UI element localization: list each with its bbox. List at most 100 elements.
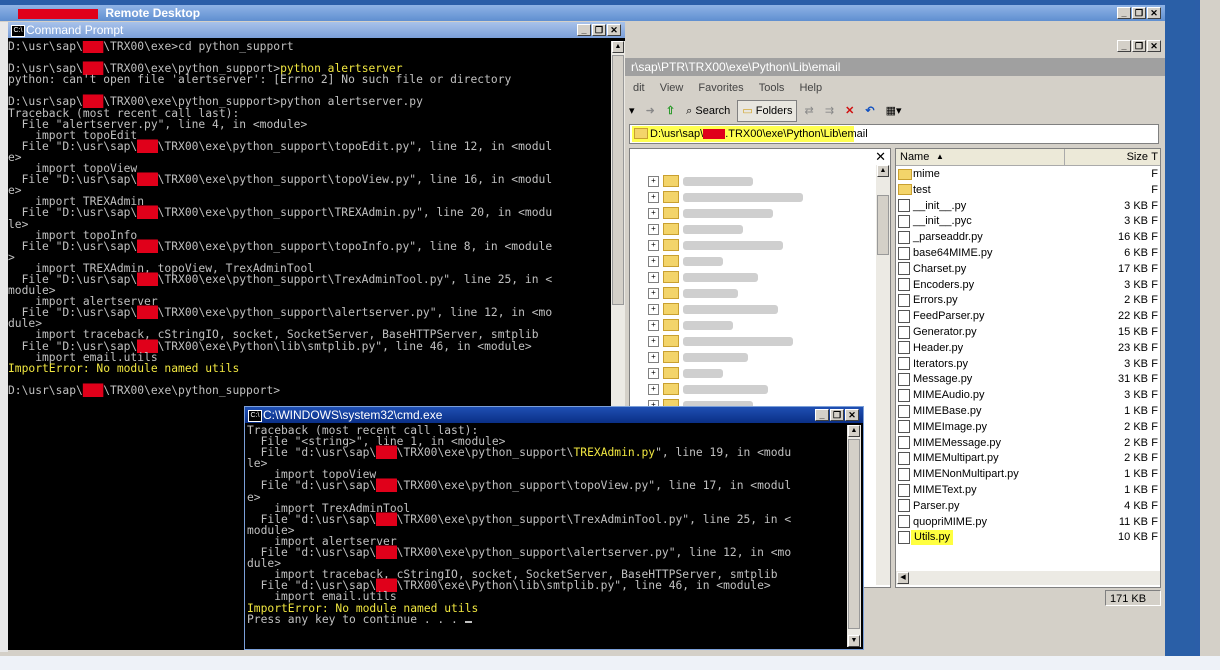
file-row[interactable]: Parser.py 4 KB F	[898, 499, 1160, 514]
expand-icon[interactable]: +	[648, 191, 659, 203]
folder-tree-item[interactable]: +	[648, 175, 753, 189]
expand-icon[interactable]: +	[648, 351, 659, 363]
folder-tree-item[interactable]: +	[648, 367, 723, 381]
restore-button[interactable]: ❐	[1132, 40, 1146, 52]
folder-tree-item[interactable]: +	[648, 287, 738, 301]
console-scrollbar[interactable]: ▲ ▼	[847, 425, 861, 647]
expand-icon[interactable]: +	[648, 383, 659, 395]
restore-button[interactable]: ❐	[1132, 7, 1146, 19]
file-row[interactable]: Header.py 23 KB F	[898, 341, 1160, 356]
forward-icon[interactable]: ➜	[642, 101, 659, 121]
close-button[interactable]: ✕	[845, 409, 859, 421]
folder-tree-item[interactable]: +	[648, 303, 778, 317]
file-row[interactable]: mime F	[898, 167, 1160, 182]
search-button[interactable]: ⌕ Search	[682, 101, 734, 121]
folder-tree-item[interactable]: +	[648, 319, 733, 333]
file-row[interactable]: MIMENonMultipart.py 1 KB F	[898, 467, 1160, 482]
delete-icon[interactable]: ✕	[841, 101, 858, 121]
folder-tree-item[interactable]: +	[648, 255, 723, 269]
menu-edit[interactable]: dit	[633, 82, 645, 94]
close-icon[interactable]: ✕	[875, 149, 886, 165]
file-row[interactable]: Generator.py 15 KB F	[898, 325, 1160, 340]
close-button[interactable]: ✕	[1147, 40, 1161, 52]
cmd-exe-window[interactable]: C:\ C:\WINDOWS\system32\cmd.exe _ ❐ ✕ Tr…	[244, 406, 864, 650]
file-row[interactable]: _parseaddr.py 16 KB F	[898, 230, 1160, 245]
expand-icon[interactable]: +	[648, 175, 659, 187]
file-row[interactable]: Iterators.py 3 KB F	[898, 357, 1160, 372]
file-row[interactable]: FeedParser.py 22 KB F	[898, 309, 1160, 324]
close-button[interactable]: ✕	[607, 24, 621, 36]
expand-icon[interactable]: +	[648, 223, 659, 235]
up-folder-icon[interactable]: ⇧	[662, 101, 679, 121]
file-row[interactable]: __init__.py 3 KB F	[898, 199, 1160, 214]
folder-tree-item[interactable]: +	[648, 335, 793, 349]
folder-tree-item[interactable]: +	[648, 207, 773, 221]
restore-button[interactable]: ❐	[830, 409, 844, 421]
scroll-up-icon[interactable]: ▲	[877, 165, 889, 177]
folder-tree-item[interactable]: +	[648, 239, 783, 253]
folder-tree-item[interactable]: +	[648, 383, 768, 397]
expand-icon[interactable]: +	[648, 303, 659, 315]
expand-icon[interactable]: +	[648, 255, 659, 267]
column-size[interactable]: Size	[1127, 149, 1148, 165]
cmd-exe-titlebar[interactable]: C:\ C:\WINDOWS\system32\cmd.exe _ ❐ ✕	[245, 407, 863, 423]
undo-icon[interactable]: ↶	[861, 101, 878, 121]
folder-tree-item[interactable]: +	[648, 271, 758, 285]
file-row[interactable]: MIMEMultipart.py 2 KB F	[898, 451, 1160, 466]
expand-icon[interactable]: +	[648, 367, 659, 379]
folder-pane-scrollbar[interactable]: ▲	[876, 165, 890, 585]
scroll-left-icon[interactable]: ◀	[897, 572, 909, 584]
file-list-pane[interactable]: Name ▲ Size T mime Ftest F __init__.py 3 KB F…	[895, 148, 1161, 588]
explorer-titlebar[interactable]: _ ❐ ✕	[625, 38, 1165, 54]
menu-help[interactable]: Help	[799, 82, 822, 94]
scroll-up-icon[interactable]: ▲	[612, 41, 624, 53]
minimize-button[interactable]: _	[1117, 40, 1131, 52]
file-row[interactable]: MIMEImage.py 2 KB F	[898, 420, 1160, 435]
menu-view[interactable]: View	[660, 82, 684, 94]
file-row[interactable]: base64MIME.py 6 KB F	[898, 246, 1160, 261]
scroll-thumb[interactable]	[848, 439, 860, 629]
scroll-thumb[interactable]	[877, 195, 889, 255]
remote-desktop-titlebar[interactable]: Remote Desktop _ ❐ ✕	[0, 5, 1165, 21]
move-to-icon[interactable]: ⇄	[801, 101, 818, 121]
folders-button[interactable]: ▭ Folders	[737, 100, 798, 122]
file-row[interactable]: Encoders.py 3 KB F	[898, 278, 1160, 293]
scroll-up-icon[interactable]: ▲	[848, 425, 860, 437]
menu-favorites[interactable]: Favorites	[698, 82, 743, 94]
column-name[interactable]: Name	[900, 149, 929, 165]
file-row[interactable]: __init__.pyc 3 KB F	[898, 214, 1160, 229]
folder-tree-item[interactable]: +	[648, 351, 748, 365]
file-row[interactable]: quopriMIME.py 11 KB F	[898, 515, 1160, 530]
console-output[interactable]: Traceback (most recent call last): File …	[247, 425, 847, 647]
file-row[interactable]: Errors.py 2 KB F	[898, 293, 1160, 308]
minimize-button[interactable]: _	[1117, 7, 1131, 19]
file-row[interactable]: MIMEMessage.py 2 KB F	[898, 436, 1160, 451]
file-row[interactable]: Message.py 31 KB F	[898, 372, 1160, 387]
copy-to-icon[interactable]: ⇉	[821, 101, 838, 121]
minimize-button[interactable]: _	[815, 409, 829, 421]
close-button[interactable]: ✕	[1147, 7, 1161, 19]
menu-tools[interactable]: Tools	[759, 82, 785, 94]
scroll-thumb[interactable]	[612, 55, 624, 305]
expand-icon[interactable]: +	[648, 319, 659, 331]
expand-icon[interactable]: +	[648, 287, 659, 299]
expand-icon[interactable]: +	[648, 335, 659, 347]
scroll-down-icon[interactable]: ▼	[848, 635, 860, 647]
file-list-hscrollbar[interactable]: ◀	[896, 571, 1160, 585]
folder-tree-item[interactable]: +	[648, 223, 743, 237]
file-row[interactable]: Utils.py 10 KB F	[898, 530, 1160, 546]
file-row[interactable]: MIMEText.py 1 KB F	[898, 483, 1160, 498]
file-row[interactable]: MIMEBase.py 1 KB F	[898, 404, 1160, 419]
restore-button[interactable]: ❐	[592, 24, 606, 36]
file-row[interactable]: Charset.py 17 KB F	[898, 262, 1160, 277]
column-type[interactable]: T	[1151, 149, 1158, 165]
folder-tree-item[interactable]: +	[648, 191, 803, 205]
back-dropdown-icon[interactable]: ▾	[625, 101, 639, 121]
minimize-button[interactable]: _	[577, 24, 591, 36]
address-bar[interactable]: D:\usr\sap\ .TRX00\exe\Python\Lib\email	[629, 124, 1159, 144]
command-prompt-titlebar[interactable]: C:\ Command Prompt _ ❐ ✕	[8, 22, 625, 38]
file-row[interactable]: MIMEAudio.py 3 KB F	[898, 388, 1160, 403]
expand-icon[interactable]: +	[648, 271, 659, 283]
expand-icon[interactable]: +	[648, 207, 659, 219]
expand-icon[interactable]: +	[648, 239, 659, 251]
